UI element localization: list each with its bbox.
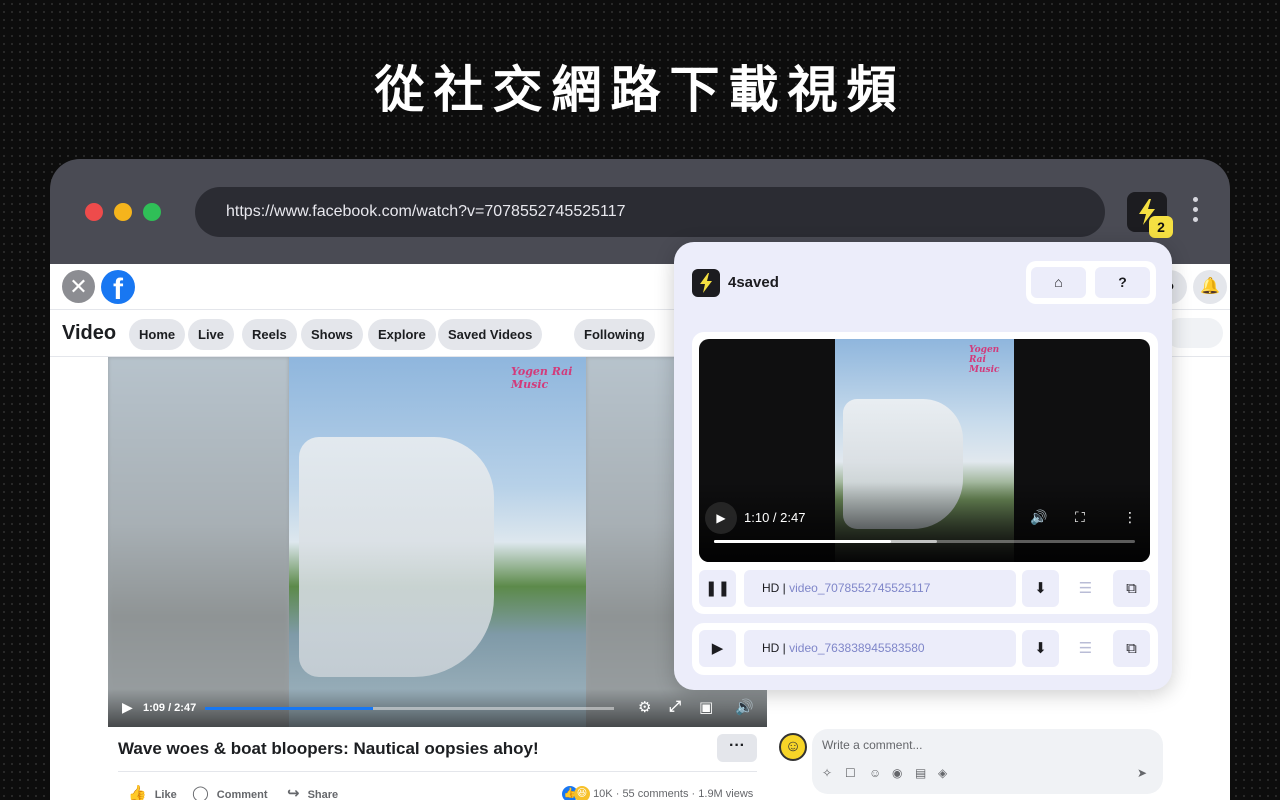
extension-badge: 2 xyxy=(1149,216,1173,238)
crop-icon[interactable]: ⧉ xyxy=(1113,630,1150,667)
preview-watermark: Yogen Rai Music xyxy=(969,345,1014,375)
popup-nav: ⌂ ? xyxy=(1026,261,1156,304)
window-maximize-dot[interactable] xyxy=(143,203,161,221)
fullscreen-icon[interactable]: ⤢ xyxy=(669,698,681,715)
extension-popup: 4saved ⌂ ? Yogen Rai Music ▶ 1:10 / 2:47… xyxy=(674,242,1172,690)
video-controls: ▶ 1:09 / 2:47 ⚙ ⤢ ▣ 🔊 xyxy=(108,689,767,727)
stats-separator: · xyxy=(692,788,696,800)
preview-player[interactable]: Yogen Rai Music ▶ 1:10 / 2:47 🔊 ⛶ ⋮ xyxy=(699,339,1150,562)
thumbs-up-icon: 👍 xyxy=(128,785,147,800)
nav-home[interactable]: Home xyxy=(129,319,185,350)
preview-play-icon[interactable]: ▶ xyxy=(705,502,737,534)
post-divider xyxy=(118,771,757,772)
play-icon[interactable]: ▶ xyxy=(122,699,133,716)
video-watermark: Yogen Rai Music xyxy=(511,365,586,391)
share-button[interactable]: ↪ Share xyxy=(287,784,338,800)
comment-bubble-icon: ◯ xyxy=(192,785,209,800)
app-logo-icon xyxy=(692,269,720,297)
video-player[interactable]: Yogen Rai Music ▶ 1:09 / 2:47 ⚙ ⤢ ▣ 🔊 xyxy=(108,357,767,727)
bell-icon[interactable]: 🔔 xyxy=(1193,270,1227,304)
send-icon[interactable]: ➤ xyxy=(1137,766,1147,780)
nav-reels[interactable]: Reels xyxy=(242,319,297,350)
download-item-name[interactable]: HD | video_763838945583580 xyxy=(744,630,1016,667)
play-icon[interactable]: ▶ xyxy=(699,630,736,667)
list-icon[interactable]: ☰ xyxy=(1067,570,1104,607)
comment-placeholder: Write a comment... xyxy=(822,738,922,752)
settings-gear-icon[interactable]: ⚙ xyxy=(638,698,651,716)
nav-shows[interactable]: Shows xyxy=(301,319,363,350)
preview-progress-track[interactable] xyxy=(714,540,1135,543)
preview-progress-fill xyxy=(714,540,891,543)
download-item-row: ❚❚ HD | video_7078552745525117 ⬇ ☰ ⧉ xyxy=(699,570,1151,607)
avatar[interactable]: ☺ xyxy=(779,733,807,761)
comment-label: Comment xyxy=(217,789,268,800)
camera-icon[interactable]: ◉ xyxy=(892,766,902,780)
home-icon[interactable]: ⌂ xyxy=(1031,267,1086,298)
facebook-logo-icon[interactable]: f xyxy=(101,270,135,304)
share-label: Share xyxy=(308,789,339,800)
preview-time: 1:10 / 2:47 xyxy=(744,510,805,525)
download-icon[interactable]: ⬇ xyxy=(1022,630,1059,667)
video-time: 1:09 / 2:47 xyxy=(143,702,196,714)
quality-label: HD | xyxy=(762,581,786,595)
close-icon[interactable]: ✕ xyxy=(62,270,95,303)
chat-icon[interactable]: ☐ xyxy=(845,766,856,780)
download-item-row: ▶ HD | video_763838945583580 ⬇ ☰ ⧉ xyxy=(699,630,1151,667)
list-icon[interactable]: ☰ xyxy=(1067,630,1104,667)
share-arrow-icon: ↪ xyxy=(287,785,300,800)
headline: 從社交網路下載視頻 xyxy=(0,50,1280,122)
video-progress-track[interactable] xyxy=(205,707,614,710)
like-label: Like xyxy=(155,789,177,800)
nav-explore[interactable]: Explore xyxy=(368,319,436,350)
avatar-sticker-icon[interactable]: ✧ xyxy=(822,766,832,780)
crop-icon[interactable]: ⧉ xyxy=(1113,570,1150,607)
preview-fullscreen-icon[interactable]: ⛶ xyxy=(1075,509,1085,526)
picture-in-picture-icon[interactable]: ▣ xyxy=(699,698,713,716)
comment-count[interactable]: 55 comments xyxy=(622,788,688,800)
stats-separator: · xyxy=(616,788,620,800)
reaction-count[interactable]: 10K xyxy=(593,788,613,800)
pause-icon[interactable]: ❚❚ xyxy=(699,570,736,607)
filename-label: video_7078552745525117 xyxy=(789,581,930,595)
video-title: Wave woes & boat bloopers: Nautical oops… xyxy=(118,739,539,759)
post-stats: 👍😆 10K · 55 comments · 1.9M views xyxy=(562,786,753,800)
download-item-name[interactable]: HD | video_7078552745525117 xyxy=(744,570,1016,607)
download-icon[interactable]: ⬇ xyxy=(1022,570,1059,607)
app-name: 4saved xyxy=(728,274,779,291)
sticker-icon[interactable]: ◈ xyxy=(938,766,947,780)
nav-following[interactable]: Following xyxy=(574,319,655,350)
filename-label: video_763838945583580 xyxy=(789,641,924,655)
help-button[interactable]: ? xyxy=(1095,267,1150,298)
address-bar[interactable]: https://www.facebook.com/watch?v=7078552… xyxy=(195,187,1105,237)
view-count: 1.9M views xyxy=(698,788,753,800)
comment-button[interactable]: ◯ Comment xyxy=(192,784,268,800)
haha-reaction-icon: 😆 xyxy=(574,786,590,800)
video-progress-fill xyxy=(205,707,373,710)
gif-icon[interactable]: ▤ xyxy=(915,766,926,780)
nav-saved-videos[interactable]: Saved Videos xyxy=(438,319,542,350)
video-blur-left xyxy=(108,357,289,727)
preview-volume-icon[interactable]: 🔊 xyxy=(1030,509,1047,526)
nav-live[interactable]: Live xyxy=(188,319,234,350)
section-title: Video xyxy=(62,322,116,345)
boat-image xyxy=(299,437,494,677)
quality-label: HD | xyxy=(762,641,786,655)
window-close-dot[interactable] xyxy=(85,203,103,221)
volume-icon[interactable]: 🔊 xyxy=(735,698,754,716)
browser-menu-icon[interactable] xyxy=(1191,197,1199,227)
download-card: ▶ HD | video_763838945583580 ⬇ ☰ ⧉ xyxy=(692,623,1158,675)
video-frame: Yogen Rai Music xyxy=(289,357,586,727)
comment-input[interactable]: Write a comment... ✧ ☐ ☺ ◉ ▤ ◈ ➤ xyxy=(812,729,1163,794)
search-input[interactable] xyxy=(1165,318,1223,348)
like-button[interactable]: 👍 Like xyxy=(128,784,177,800)
window-minimize-dot[interactable] xyxy=(114,203,132,221)
more-options-button[interactable]: ··· xyxy=(717,734,757,762)
preview-more-icon[interactable]: ⋮ xyxy=(1123,509,1137,526)
download-card: Yogen Rai Music ▶ 1:10 / 2:47 🔊 ⛶ ⋮ ❚❚ H… xyxy=(692,332,1158,614)
emoji-icon[interactable]: ☺ xyxy=(869,766,881,780)
